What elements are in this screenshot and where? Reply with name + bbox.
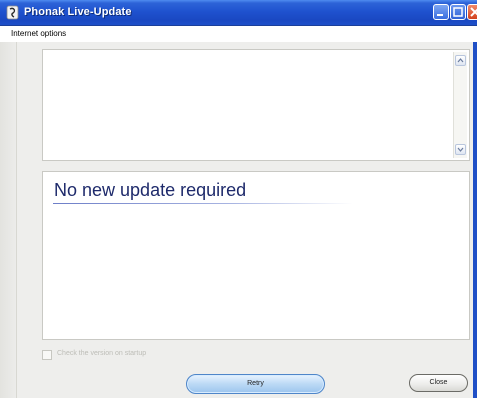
retry-button[interactable]: Retry xyxy=(186,374,325,394)
log-scrollbar[interactable] xyxy=(453,52,467,158)
scroll-down-arrow-icon xyxy=(457,147,464,152)
minimize-icon xyxy=(437,14,443,16)
phonak-app-icon xyxy=(6,5,19,20)
close-button[interactable]: Close xyxy=(409,374,468,392)
minimize-button[interactable] xyxy=(433,4,449,20)
close-window-button[interactable] xyxy=(467,4,477,20)
check-on-startup-checkbox[interactable] xyxy=(42,350,52,360)
scroll-down-button[interactable] xyxy=(455,144,466,155)
status-message: No new update required xyxy=(54,180,247,200)
check-on-startup-label: Check the version on startup xyxy=(57,350,147,357)
update-log-textbox[interactable] xyxy=(42,49,470,161)
maximize-icon xyxy=(453,7,463,17)
menu-bar: Internet options xyxy=(0,27,477,42)
status-panel: No new update required xyxy=(42,171,470,340)
window-frame-left xyxy=(0,42,17,398)
scroll-up-arrow-icon xyxy=(457,58,464,63)
live-update-window: Phonak Live-Update Internet options No n… xyxy=(0,0,477,398)
window-title: Phonak Live-Update xyxy=(24,6,132,18)
title-bar[interactable]: Phonak Live-Update xyxy=(0,0,477,26)
scroll-up-button[interactable] xyxy=(455,55,466,66)
status-divider xyxy=(53,203,353,204)
close-icon xyxy=(470,7,477,17)
maximize-button[interactable] xyxy=(450,4,466,20)
window-frame-right xyxy=(473,42,477,398)
menu-internet-options[interactable]: Internet options xyxy=(11,29,66,38)
